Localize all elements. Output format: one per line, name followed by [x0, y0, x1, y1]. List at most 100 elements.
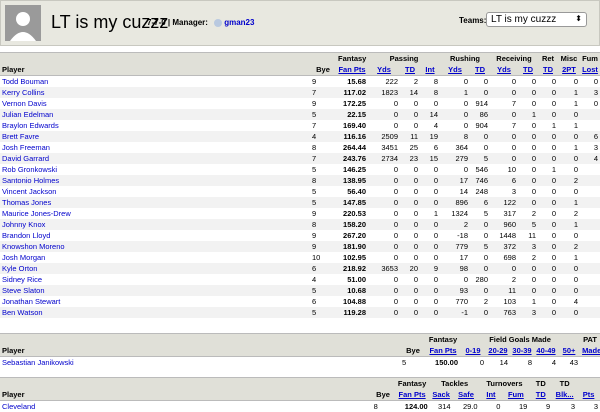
sort-int-link[interactable]: Int	[486, 390, 495, 399]
sort-blk-link[interactable]: Blk...	[556, 390, 574, 399]
stat-cell: 0	[420, 252, 440, 263]
fantasy-points: 138.95	[336, 175, 368, 186]
stat-cell	[580, 230, 600, 241]
player-name-link[interactable]: Rob Gronkowski	[0, 164, 310, 175]
stat-cell: 0	[400, 197, 420, 208]
stat-cell: 0	[368, 197, 400, 208]
player-name-link[interactable]: Todd Bouman	[0, 76, 310, 88]
stat-cell: 25	[400, 142, 420, 153]
group-td: TD	[529, 378, 552, 390]
player-name-link[interactable]: Sidney Rice	[0, 274, 310, 285]
defense-table: Fantasy Tackles Turnovers TD TD PlayerBy…	[0, 377, 600, 412]
sort-2pt-link[interactable]: 2PT	[562, 65, 576, 74]
sort-int-link[interactable]: Int	[425, 65, 434, 74]
player-name-link[interactable]: Santonio Holmes	[0, 175, 310, 186]
sort-td-link[interactable]: TD	[475, 65, 485, 74]
player-name-link[interactable]: David Garrard	[0, 153, 310, 164]
sort-safe-link[interactable]: Safe	[458, 390, 474, 399]
sort-td-link[interactable]: TD	[405, 65, 415, 74]
stat-cell: 1	[518, 296, 538, 307]
stat-cell	[580, 219, 600, 230]
player-name-link[interactable]: Brandon Lloyd	[0, 230, 310, 241]
sort-made-link[interactable]: Made	[582, 346, 600, 355]
stat-cell: 0	[518, 98, 538, 109]
player-name-link[interactable]: Josh Freeman	[0, 142, 310, 153]
player-name-link[interactable]: Julian Edelman	[0, 109, 310, 120]
bye-week: 8	[310, 219, 336, 230]
sort-20-29-link[interactable]: 20-29	[488, 346, 507, 355]
player-name-link[interactable]: Johnny Knox	[0, 219, 310, 230]
player-name-link[interactable]: Maurice Jones-Drew	[0, 208, 310, 219]
sort-50-link[interactable]: 50+	[563, 346, 576, 355]
sort-sack-link[interactable]: Sack	[432, 390, 450, 399]
stat-cell: 0	[400, 252, 420, 263]
player-name-link[interactable]: Knowshon Moreno	[0, 241, 310, 252]
player-name-link[interactable]: Kyle Orton	[0, 263, 310, 274]
player-name-link[interactable]: Vernon Davis	[0, 98, 310, 109]
stat-cell: 0	[368, 164, 400, 175]
stat-cell: 0	[538, 131, 558, 142]
stat-cell: 2	[490, 274, 518, 285]
stat-cell: 0	[558, 76, 580, 88]
column-header-yds: Yds	[368, 64, 400, 76]
group-turnovers: Turnovers	[480, 378, 530, 390]
stat-cell	[580, 285, 600, 296]
sort-40-49-link[interactable]: 40-49	[536, 346, 555, 355]
stat-cell: 0	[470, 252, 490, 263]
sort-pts-link[interactable]: Pts	[583, 390, 595, 399]
player-name-link[interactable]: Kerry Collins	[0, 87, 310, 98]
table-row: Vernon Davis9172.25000091470010	[0, 98, 600, 109]
manager-label: | Manager:	[168, 18, 208, 27]
player-name-link[interactable]: Braylon Edwards	[0, 120, 310, 131]
sort-fum-link[interactable]: Fum	[508, 390, 524, 399]
bye-week: 5	[310, 109, 336, 120]
sort-lost-link[interactable]: Lost	[582, 65, 598, 74]
player-name-link[interactable]: Steve Slaton	[0, 285, 310, 296]
player-name-link[interactable]: Jonathan Stewart	[0, 296, 310, 307]
column-header-lost: Lost	[580, 64, 600, 76]
sort-yds-link[interactable]: Yds	[448, 65, 462, 74]
stat-cell: -1	[440, 307, 470, 318]
manager-link[interactable]: gman23	[224, 18, 254, 27]
stat-cell: 0	[400, 219, 420, 230]
stat-cell: 0	[538, 76, 558, 88]
sort-fan-pts-link[interactable]: Fan Pts	[429, 346, 456, 355]
player-name-link[interactable]: Josh Morgan	[0, 252, 310, 263]
stat-cell: 0	[490, 131, 518, 142]
stat-cell: 0	[538, 274, 558, 285]
stat-cell: 0	[518, 153, 538, 164]
player-name-link[interactable]: Cleveland	[0, 401, 372, 412]
table-row: Braylon Edwards7169.4000409047011	[0, 120, 600, 131]
sort-fan-pts-link[interactable]: Fan Pts	[399, 390, 426, 399]
stat-cell: 1	[440, 87, 470, 98]
stat-cell: 0	[538, 109, 558, 120]
sort-yds-link[interactable]: Yds	[377, 65, 391, 74]
stat-cell: 3	[552, 401, 577, 412]
sort-0-19-link[interactable]: 0-19	[465, 346, 480, 355]
sort-td-link[interactable]: TD	[543, 65, 553, 74]
stat-cell: 0	[368, 109, 400, 120]
player-name-link[interactable]: Ben Watson	[0, 307, 310, 318]
sort-yds-link[interactable]: Yds	[497, 65, 511, 74]
stat-cell: 0	[368, 175, 400, 186]
player-name-link[interactable]: Brett Favre	[0, 131, 310, 142]
stat-cell: 19	[420, 131, 440, 142]
sort-30-39-link[interactable]: 30-39	[512, 346, 531, 355]
column-header-int: Int	[480, 389, 503, 401]
player-name-link[interactable]: Thomas Jones	[0, 197, 310, 208]
sort-td-link[interactable]: TD	[536, 390, 546, 399]
stat-cell: 0	[558, 230, 580, 241]
stat-cell: 2	[518, 252, 538, 263]
stat-cell: -18	[440, 230, 470, 241]
group-tackles: Tackles	[430, 378, 480, 390]
table-row: Maurice Jones-Drew9220.5300113245317202	[0, 208, 600, 219]
player-name-link[interactable]: Vincent Jackson	[0, 186, 310, 197]
stat-cell: 0	[538, 153, 558, 164]
table-row: Steve Slaton510.6800093011000	[0, 285, 600, 296]
sort-fan-pts-link[interactable]: Fan Pts	[338, 65, 365, 74]
sort-td-link[interactable]: TD	[523, 65, 533, 74]
stat-cell: 0	[518, 263, 538, 274]
teams-select[interactable]: LT is my cuzzz ⬍	[486, 12, 587, 27]
fantasy-points: 104.88	[336, 296, 368, 307]
player-name-link[interactable]: Sebastian Janikowski	[0, 357, 400, 369]
